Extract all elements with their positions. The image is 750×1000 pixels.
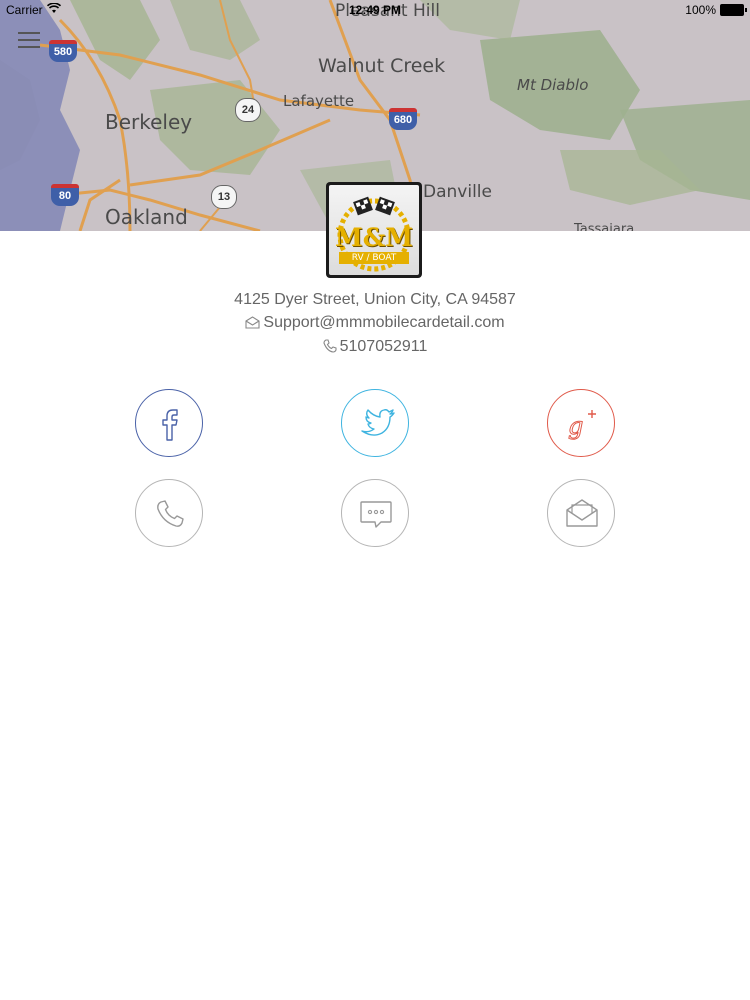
chat-bubble-icon [360,501,392,528]
envelope-icon [245,316,260,334]
interstate-80-shield: 80 [51,184,79,206]
map-label-berkeley: Berkeley [105,110,193,134]
facebook-button[interactable] [135,389,203,457]
phone-icon [157,500,184,527]
status-bar: Carrier 12:49 PM 100% [0,0,750,20]
phone-icon [323,339,337,358]
call-button[interactable] [135,479,203,547]
battery-percentage: 100% [685,3,716,17]
address-text: 4125 Dyer Street, Union City, CA 94587 [234,291,516,308]
hamburger-icon [18,32,40,34]
hamburger-icon-bar [18,46,40,48]
logo-badge: M&M RV / BOAT [329,185,419,275]
twitter-icon [361,409,395,436]
google-plus-button[interactable]: g [547,389,615,457]
hamburger-icon-bar [18,39,40,41]
google-plus-icon: g [568,410,596,441]
state-route-24-shield: 24 [235,98,261,122]
map-label-danville: Danville [423,182,492,202]
interstate-680-shield: 680 [389,108,417,130]
phone-text: 5107052911 [339,338,428,355]
map-label-mt-diablo: Mt Diablo [517,76,589,94]
interstate-580-shield: 580 [49,40,77,62]
phone-line[interactable]: 5107052911 [0,338,750,358]
map-label-oakland: Oakland [105,205,188,229]
status-time: 12:49 PM [348,3,402,17]
map-label-walnut-creek: Walnut Creek [318,55,446,77]
envelope-icon [566,499,598,527]
email-line[interactable]: Support@mmmobilecardetail.com [0,314,750,334]
sms-button[interactable] [341,479,409,547]
logo-text: M&M [335,223,413,252]
state-route-13-shield: 13 [211,185,237,209]
menu-button[interactable] [18,30,44,50]
email-text: Support@mmmobilecardetail.com [263,314,505,331]
twitter-button[interactable] [341,389,409,457]
business-logo: M&M RV / BOAT [326,182,422,278]
logo-subtext: RV / BOAT [339,252,409,264]
map-label-lafayette: Lafayette [283,92,355,110]
svg-text:g: g [568,412,583,440]
battery-icon [720,4,747,16]
facebook-icon [162,409,178,441]
map-label-tassajara: Tassajara [574,222,635,231]
mail-button[interactable] [547,479,615,547]
